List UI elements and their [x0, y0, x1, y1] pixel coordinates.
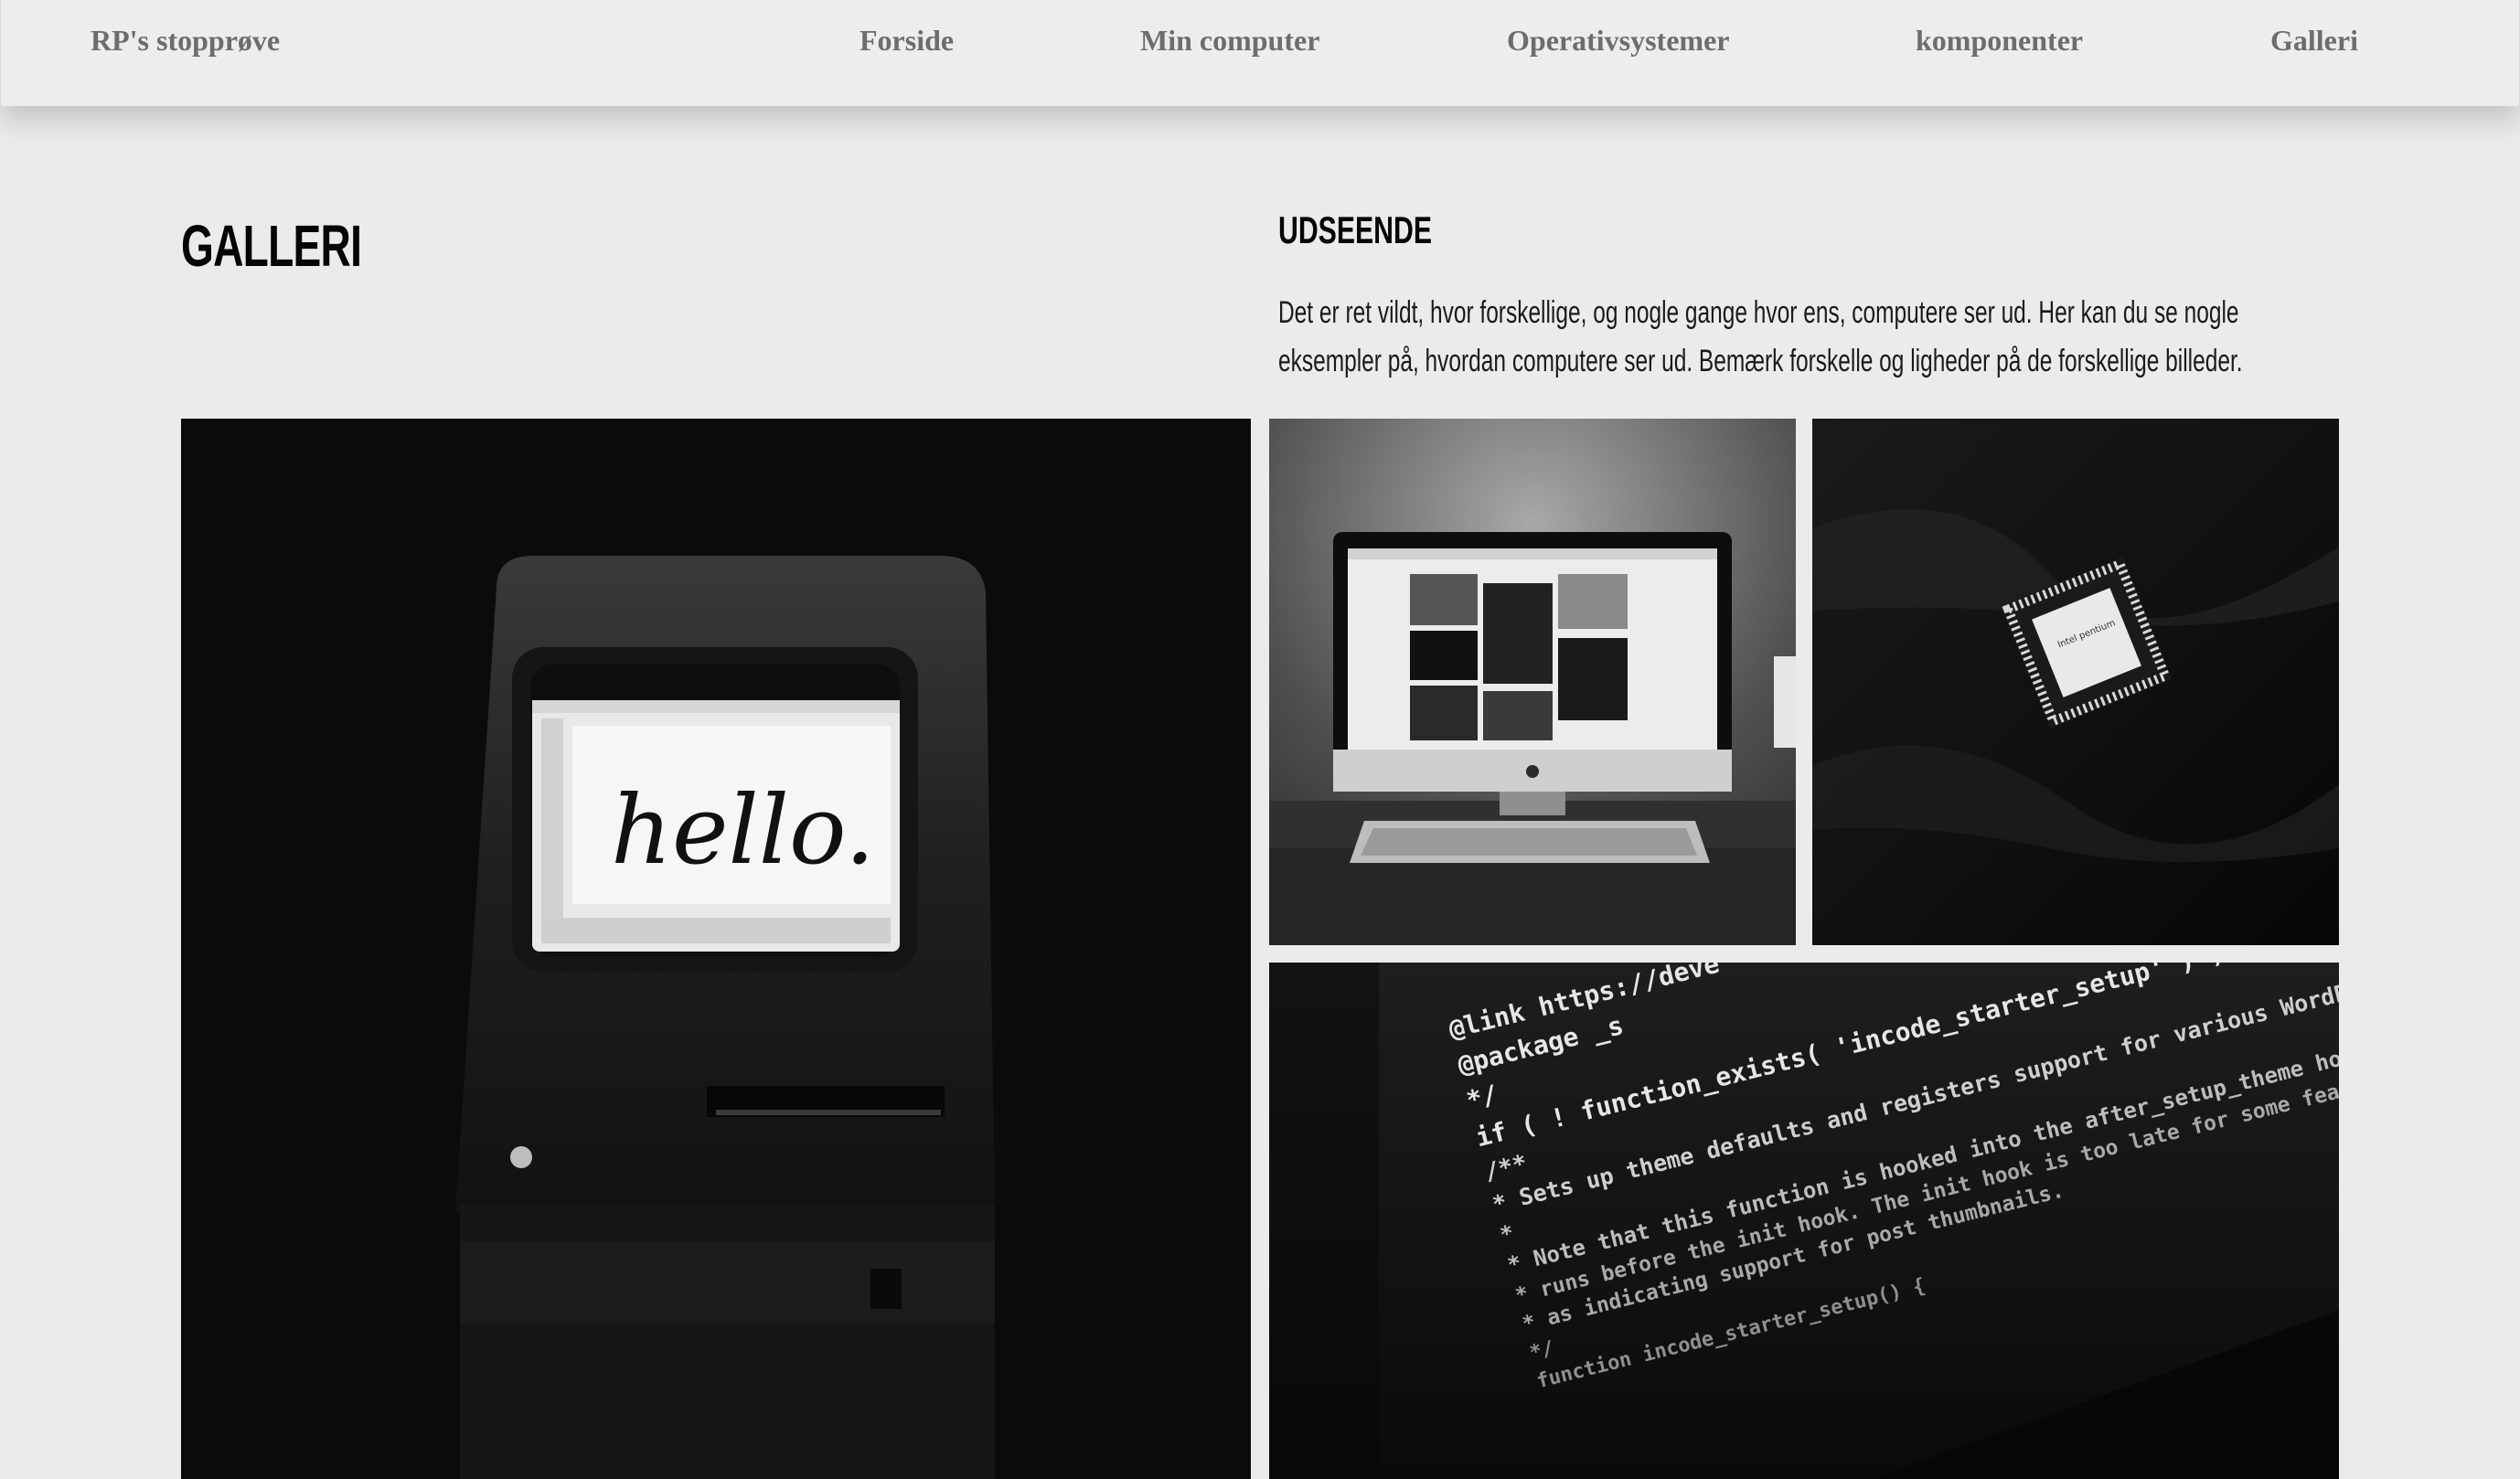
nav-link-komponenter[interactable]: komponenter	[1916, 24, 2083, 58]
gallery-image-cpu[interactable]: Intel pentium	[1812, 419, 2339, 945]
brand-logo-link[interactable]: RP's stopprøve	[91, 24, 280, 58]
cpu-illustration: Intel pentium	[1812, 419, 2339, 945]
mac-screen-text: hello.	[611, 774, 875, 886]
section-heading: UDSEENDE	[1278, 208, 1433, 251]
page-title: GALLERI	[181, 213, 362, 279]
nav-link-operativsystemer[interactable]: Operativsystemer	[1507, 24, 1729, 58]
nav-link-forside[interactable]: Forside	[860, 24, 954, 58]
apple-logo-icon	[510, 1146, 532, 1168]
gallery-image-macintosh[interactable]: hello.	[181, 419, 1251, 1479]
nav-link-galleri[interactable]: Galleri	[2270, 24, 2358, 58]
gallery-image-code[interactable]: @link https://deve @package _s */ if ( !…	[1269, 963, 2339, 1479]
imac-illustration	[1269, 419, 1796, 945]
site-header: RP's stopprøve Forside Min computer Oper…	[0, 0, 2520, 106]
apple-logo-icon	[1526, 765, 1539, 778]
nav-link-min-computer[interactable]: Min computer	[1140, 24, 1319, 58]
gallery-image-imac[interactable]	[1269, 419, 1796, 945]
section-description: Det er ret vildt, hvor forskellige, og n…	[1278, 295, 2243, 378]
code-illustration: @link https://deve @package _s */ if ( !…	[1269, 963, 2339, 1479]
macintosh-illustration: hello.	[181, 419, 1251, 1479]
